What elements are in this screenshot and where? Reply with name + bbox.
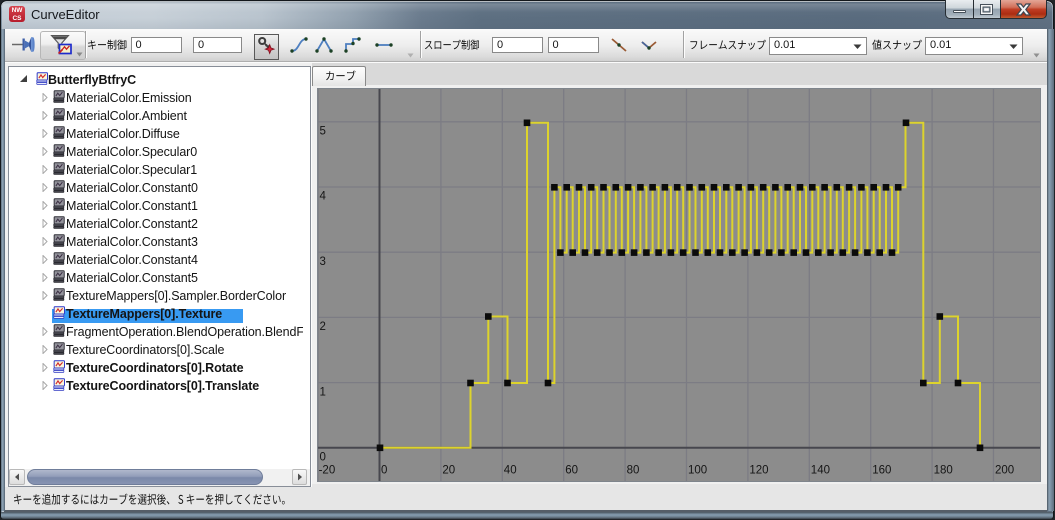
svg-text:100: 100 [688, 465, 707, 477]
svg-text:3: 3 [320, 256, 326, 268]
svg-text:160: 160 [872, 465, 891, 477]
svg-text:60: 60 [565, 465, 578, 477]
svg-text:0: 0 [320, 452, 326, 464]
svg-text:0: 0 [381, 465, 387, 477]
svg-text:20: 20 [442, 465, 455, 477]
svg-text:140: 140 [811, 465, 830, 477]
svg-text:180: 180 [934, 465, 953, 477]
svg-text:80: 80 [627, 465, 640, 477]
svg-text:2: 2 [320, 321, 326, 333]
svg-text:1: 1 [320, 386, 326, 398]
svg-text:40: 40 [504, 465, 517, 477]
svg-text:200: 200 [995, 465, 1014, 477]
svg-text:5: 5 [320, 126, 326, 138]
svg-text:4: 4 [320, 191, 327, 203]
svg-text:-20: -20 [319, 465, 336, 477]
svg-text:120: 120 [749, 465, 768, 477]
